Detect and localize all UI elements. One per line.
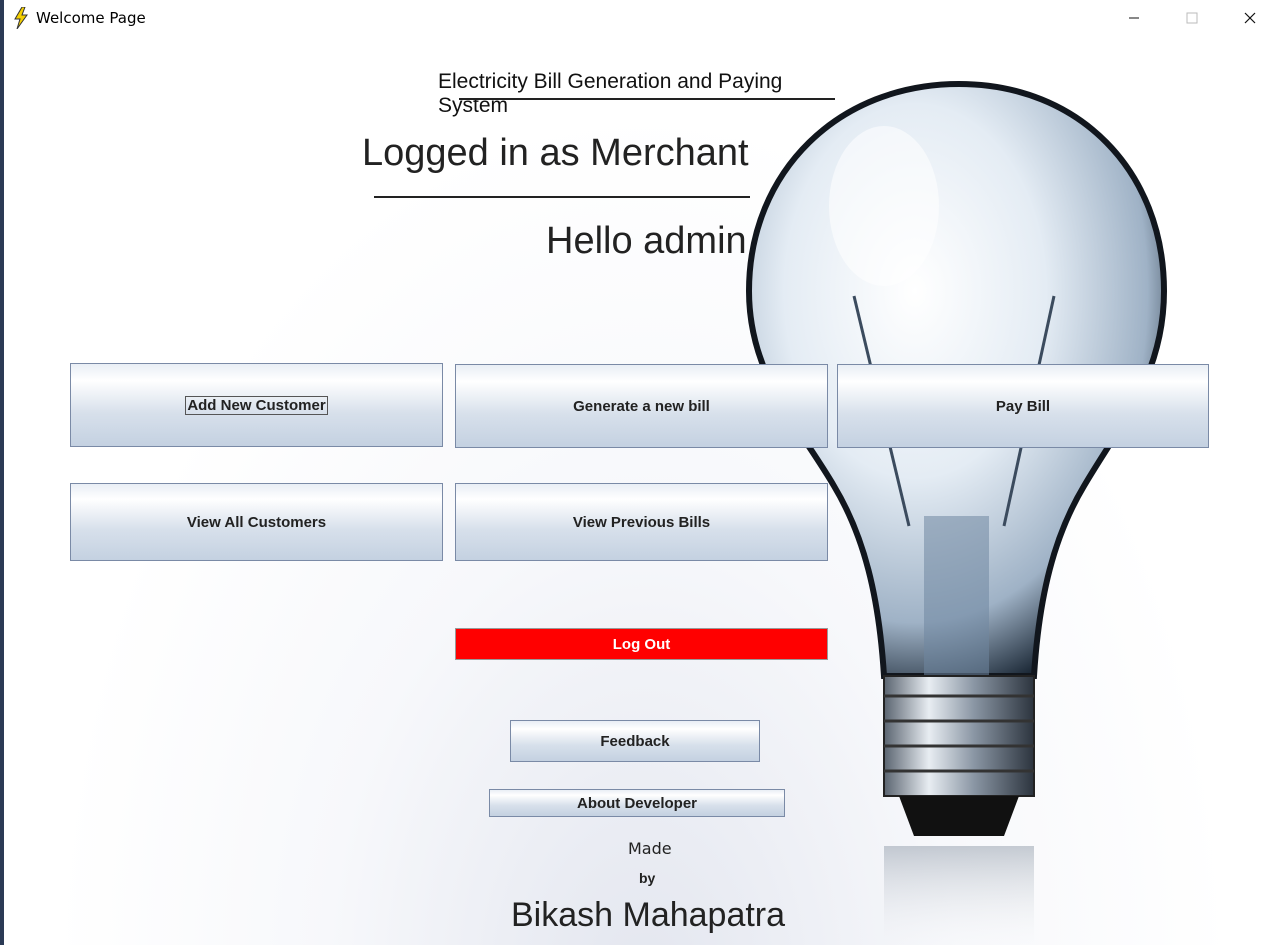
title-bar: Welcome Page bbox=[4, 0, 1281, 36]
title-underline bbox=[459, 98, 835, 100]
add-new-customer-label: Add New Customer bbox=[185, 395, 328, 415]
about-developer-button[interactable]: About Developer bbox=[489, 789, 785, 817]
author-name: Bikash Mahapatra bbox=[511, 896, 786, 934]
pay-bill-button[interactable]: Pay Bill bbox=[837, 364, 1209, 448]
system-title: Electricity Bill Generation and Paying S… bbox=[438, 70, 783, 117]
lightning-icon bbox=[14, 7, 28, 29]
by-label: by bbox=[639, 870, 656, 886]
add-new-customer-button[interactable]: Add New Customer bbox=[70, 363, 443, 447]
close-button[interactable] bbox=[1221, 0, 1279, 36]
role-underline bbox=[374, 196, 750, 198]
greeting-text: Hello admin bbox=[546, 220, 747, 262]
main-panel: Electricity Bill Generation and Paying S… bbox=[4, 36, 1281, 945]
maximize-icon bbox=[1186, 12, 1198, 24]
minimize-button[interactable] bbox=[1105, 0, 1163, 36]
feedback-button[interactable]: Feedback bbox=[510, 720, 760, 762]
generate-bill-button[interactable]: Generate a new bill bbox=[455, 364, 828, 448]
view-all-customers-button[interactable]: View All Customers bbox=[70, 483, 443, 561]
role-heading: Logged in as Merchant bbox=[362, 132, 749, 174]
log-out-button[interactable]: Log Out bbox=[455, 628, 828, 660]
maximize-button[interactable] bbox=[1163, 0, 1221, 36]
window-title: Welcome Page bbox=[36, 9, 146, 27]
close-icon bbox=[1244, 12, 1256, 24]
view-previous-bills-button[interactable]: View Previous Bills bbox=[455, 483, 828, 561]
minimize-icon bbox=[1129, 17, 1139, 19]
made-label: Made bbox=[628, 839, 672, 858]
